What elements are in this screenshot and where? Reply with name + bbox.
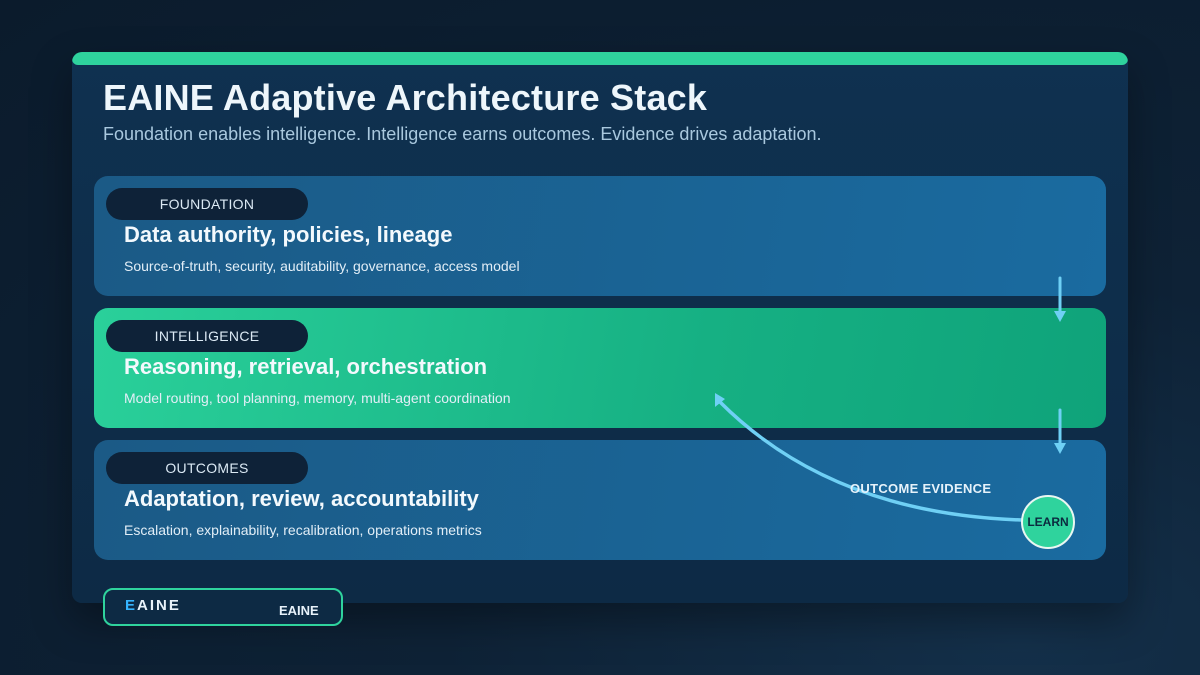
page-title: EAINE Adaptive Architecture Stack (103, 77, 708, 118)
layer-label-outcomes: OUTCOMES (106, 452, 308, 484)
layer-foundation: FOUNDATION Data authority, policies, lin… (94, 176, 1106, 296)
brand-badge: EAINE EAINE (103, 588, 343, 626)
layer-description-intelligence: Model routing, tool planning, memory, mu… (124, 390, 511, 406)
layer-label-intelligence: INTELLIGENCE (106, 320, 308, 352)
architecture-card: EAINE Adaptive Architecture Stack Founda… (72, 52, 1128, 603)
learn-badge: LEARN (1021, 495, 1075, 549)
brand-name: EAINE (279, 603, 319, 618)
layer-heading-foundation: Data authority, policies, lineage (124, 222, 453, 247)
brand-logo: EAINE (125, 597, 181, 614)
layer-heading-outcomes: Adaptation, review, accountability (124, 486, 479, 511)
layer-description-foundation: Source-of-truth, security, auditability,… (124, 258, 520, 274)
outcome-evidence-label: OUTCOME EVIDENCE (850, 481, 992, 496)
layer-outcomes: OUTCOMES Adaptation, review, accountabil… (94, 440, 1106, 560)
brand-logo-mark: E (125, 597, 138, 614)
layer-heading-intelligence: Reasoning, retrieval, orchestration (124, 354, 488, 379)
layer-description-outcomes: Escalation, explainability, recalibratio… (124, 522, 482, 538)
layer-intelligence: INTELLIGENCE Reasoning, retrieval, orche… (94, 308, 1106, 428)
page-subtitle: Foundation enables intelligence. Intelli… (103, 124, 822, 144)
layer-label-foundation: FOUNDATION (106, 188, 308, 220)
brand-logo-text: AINE (137, 597, 181, 614)
accent-bar (72, 52, 1128, 65)
